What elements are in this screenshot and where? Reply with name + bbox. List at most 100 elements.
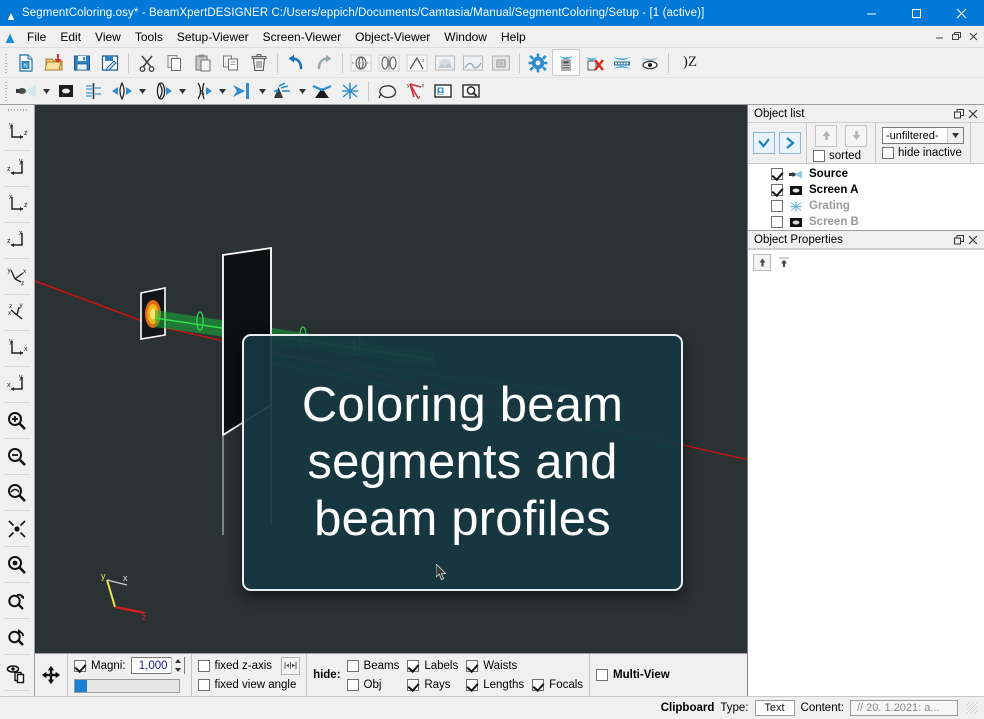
zoom-out-icon[interactable] — [1, 439, 33, 474]
magni-slider-thumb[interactable] — [75, 680, 87, 692]
delete-calc-icon[interactable] — [580, 49, 608, 76]
close-button[interactable] — [939, 0, 984, 26]
zoom-selection-icon[interactable] — [1, 547, 33, 582]
redo-arrow-icon[interactable] — [310, 49, 338, 76]
profile-image-3-icon[interactable] — [487, 49, 515, 76]
zoom-rotate-ccw-icon[interactable] — [1, 619, 33, 654]
achromat-icon[interactable]: A — [188, 79, 216, 103]
float-panel-button[interactable] — [952, 233, 966, 247]
axis-yx-icon[interactable]: y x — [1, 331, 33, 366]
filter-combobox[interactable]: -unfiltered- — [882, 127, 964, 144]
axis-xz-icon[interactable]: x z — [1, 187, 33, 222]
menu-window[interactable]: Window — [437, 28, 494, 46]
object-checkbox[interactable] — [771, 200, 783, 212]
hide-rays-checkbox[interactable] — [407, 678, 420, 691]
chevron-down-icon[interactable] — [256, 80, 268, 102]
light-source-icon[interactable] — [12, 79, 40, 103]
menu-view[interactable]: View — [88, 28, 128, 46]
object-checkbox[interactable] — [771, 216, 783, 228]
copy-icon[interactable] — [161, 49, 189, 76]
axis-xy-icon[interactable]: y x — [1, 367, 33, 402]
beam-xz-icon[interactable]: z — [403, 49, 431, 76]
eye-copy-icon[interactable] — [1, 655, 33, 690]
toolbar-grip[interactable] — [3, 52, 10, 73]
duplicate-icon[interactable] — [217, 49, 245, 76]
magni-checkbox[interactable] — [74, 659, 86, 672]
list-item[interactable]: Source — [748, 166, 984, 182]
mirror-icon[interactable] — [228, 79, 256, 103]
menu-file[interactable]: File — [20, 28, 53, 46]
close-panel-button[interactable] — [966, 107, 980, 121]
setup-viewport[interactable]: y x z Coloring beam segments and beam pr… — [35, 105, 748, 653]
hide-beams-checkbox[interactable] — [346, 659, 359, 672]
paste-icon[interactable] — [189, 49, 217, 76]
eye-icon[interactable] — [636, 49, 664, 76]
undo-arrow-icon[interactable] — [282, 49, 310, 76]
reset-span-icon[interactable] — [281, 656, 301, 675]
eye-paste-icon[interactable] — [1, 691, 33, 696]
menu-screen-viewer[interactable]: Screen-Viewer — [256, 28, 348, 46]
hide-waists-checkbox[interactable] — [466, 659, 479, 672]
magni-spin-buttons[interactable] — [170, 657, 184, 675]
chevron-down-icon[interactable] — [136, 80, 148, 102]
mdi-minimize-button[interactable] — [931, 28, 948, 45]
clipboard-content-value[interactable]: // 20. 1.2021: a... — [850, 700, 958, 716]
hide-focals-checkbox[interactable] — [532, 678, 545, 691]
absorber-icon[interactable] — [308, 79, 336, 103]
chevron-down-icon[interactable] — [216, 80, 228, 102]
axis-iso-1-icon[interactable]: y x z — [1, 259, 33, 294]
profile-image-icon[interactable] — [431, 49, 459, 76]
beam-sections-icon[interactable] — [375, 49, 403, 76]
trash-icon[interactable] — [245, 49, 273, 76]
hide-inactive-checkbox[interactable] — [882, 147, 894, 159]
open-folder-icon[interactable] — [40, 49, 68, 76]
chevron-down-icon[interactable] — [947, 128, 963, 143]
coordinate-axes-icon[interactable]: y x z — [401, 79, 429, 103]
prism-icon[interactable] — [268, 79, 296, 103]
check-down-icon[interactable] — [753, 132, 775, 154]
axis-zy-icon[interactable]: y z — [1, 151, 33, 186]
menu-tools[interactable]: Tools — [128, 28, 170, 46]
maximize-button[interactable] — [894, 0, 939, 26]
zoom-in-icon[interactable] — [1, 403, 33, 438]
new-document-icon[interactable]: N — [12, 49, 40, 76]
arrow-up-icon[interactable] — [815, 124, 837, 147]
toolbar-grip[interactable] — [7, 107, 27, 114]
chevron-right-icon[interactable] — [779, 132, 801, 154]
axis-iso-2-icon[interactable]: z x y — [1, 295, 33, 330]
object-list[interactable]: Source Screen A Grating Screen B — [748, 164, 984, 231]
mdi-close-button[interactable] — [965, 28, 982, 45]
screen-icon[interactable] — [52, 79, 80, 103]
gear-icon[interactable] — [524, 49, 552, 76]
fixed-z-axis-checkbox[interactable] — [197, 659, 210, 672]
hide-obj-checkbox[interactable] — [346, 678, 359, 691]
aperture-icon[interactable] — [80, 79, 108, 103]
profile-image-2-icon[interactable] — [459, 49, 487, 76]
float-panel-button[interactable] — [952, 107, 966, 121]
zoom-rotate-cw-icon[interactable] — [1, 583, 33, 618]
spin-down-icon[interactable] — [172, 666, 184, 675]
magni-input[interactable] — [131, 657, 171, 674]
close-panel-button[interactable] — [966, 233, 980, 247]
list-item[interactable]: Grating — [748, 198, 984, 214]
spin-up-icon[interactable] — [172, 657, 184, 666]
menu-help[interactable]: Help — [494, 28, 533, 46]
scissors-icon[interactable] — [133, 49, 161, 76]
arrow-down-icon[interactable] — [845, 124, 867, 147]
fixed-view-angle-checkbox[interactable] — [197, 678, 210, 691]
free-form-icon[interactable] — [373, 79, 401, 103]
zoom-fit-icon[interactable] — [1, 475, 33, 510]
z-propagation-icon[interactable]: )Z — [673, 49, 707, 76]
minimize-button[interactable] — [849, 0, 894, 26]
multi-view-checkbox[interactable] — [596, 669, 609, 681]
grating-icon[interactable] — [336, 79, 364, 103]
sorted-checkbox[interactable] — [813, 149, 825, 162]
save-as-icon[interactable] — [96, 49, 124, 76]
save-disk-icon[interactable] — [68, 49, 96, 76]
axis-zx-icon[interactable]: x z — [1, 223, 33, 258]
chevron-down-icon[interactable] — [40, 80, 52, 102]
label-card-icon[interactable] — [429, 79, 457, 103]
hide-labels-checkbox[interactable] — [407, 659, 420, 672]
axis-yz-icon[interactable]: y z — [1, 115, 33, 150]
magnifier-card-icon[interactable] — [457, 79, 485, 103]
